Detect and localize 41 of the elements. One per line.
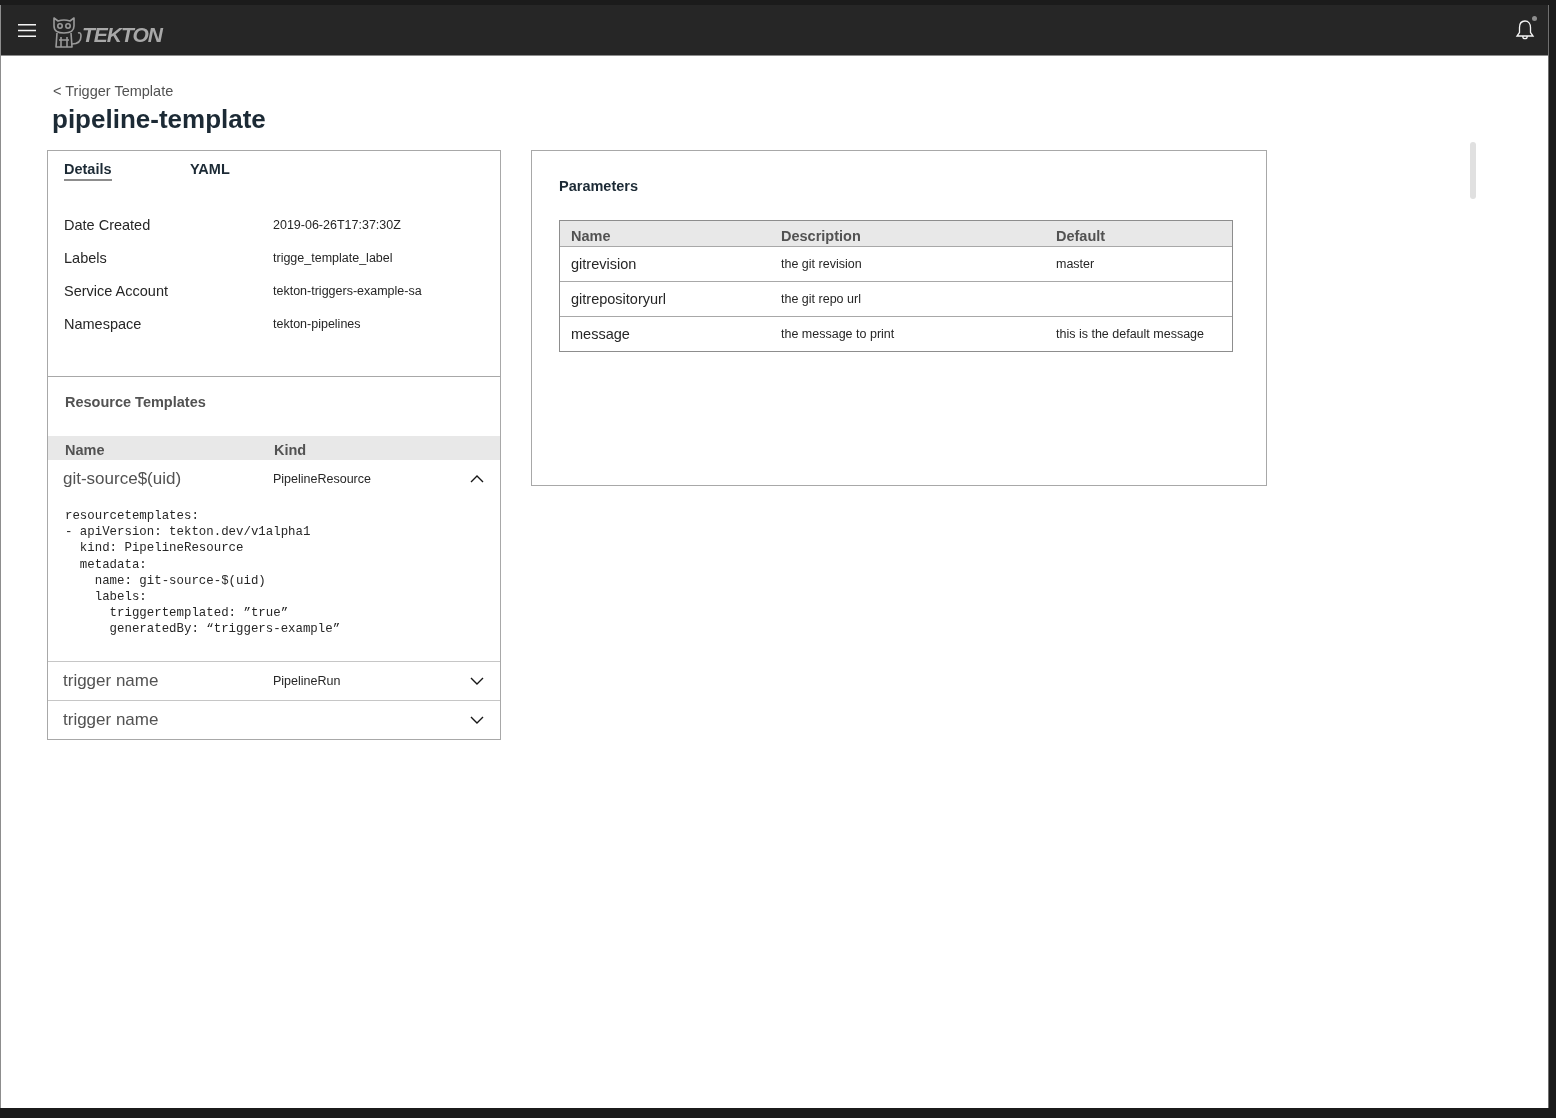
column-header: Name [65,442,105,458]
tab[interactable]: Details [64,161,112,181]
template-kind: PipelineRun [273,673,341,688]
scrollbar-thumb[interactable] [1470,142,1476,199]
field-value: trigge_template_label [273,250,393,265]
chevron-down-icon[interactable] [470,715,484,724]
field-value: tekton-triggers-example-sa [273,283,422,298]
template-name: git-source$(uid) [63,469,182,488]
field-label: Namespace [64,315,142,332]
table-cell: the message to print [781,327,895,341]
field-value: 2019-06-26T17:37:30Z [273,217,401,232]
table-cell: the git revision [781,257,862,271]
menu-icon[interactable] [18,23,36,37]
chevron-up-icon[interactable] [470,475,484,483]
column-header: Default [1056,228,1106,244]
template-name: trigger name [63,670,159,690]
tab[interactable]: YAML [190,161,230,181]
table-cell: gitrevision [571,256,637,272]
logo-text: TEKTON [82,22,162,47]
column-header: Name [571,228,611,244]
template-name: trigger name [63,709,159,729]
field-value: tekton-pipelines [273,316,361,331]
section-title: Parameters [559,177,638,195]
breadcrumb-link[interactable]: < Trigger Template [53,83,174,100]
field-label: Service Account [64,282,168,299]
field-label: Date Created [64,216,151,233]
table-cell: gitrepositoryurl [571,291,667,307]
page-title: pipeline-template [52,103,266,135]
table-cell: the git repo url [781,292,861,306]
table-cell: message [571,326,630,342]
chevron-down-icon[interactable] [470,676,484,685]
column-header: Kind [274,442,307,458]
table-cell: master [1056,257,1095,271]
section-title: Resource Templates [65,393,206,411]
yaml-text: resourcetemplates: - apiVersion: tekton.dev/v1alpha1 kind: PipelineResource metadata: name: git-source-$(uid) labels: triggertemplated: ”true” generatedBy: “triggers-example” [65,508,341,638]
field-label: Labels [64,249,107,266]
template-kind: PipelineResource [273,472,371,486]
table-cell: this is the default message [1056,327,1204,341]
bell-icon[interactable] [1515,19,1535,41]
cat-icon [50,14,83,49]
column-header: Description [781,228,861,244]
